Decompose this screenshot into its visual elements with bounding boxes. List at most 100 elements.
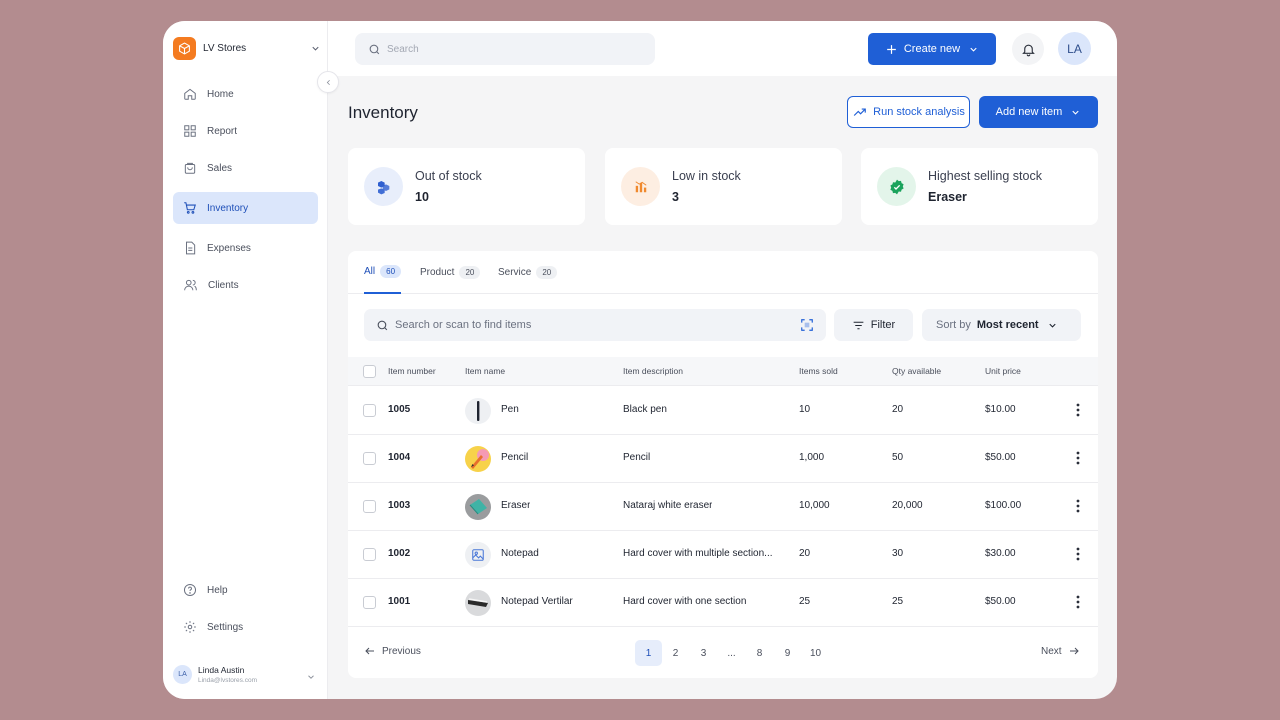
arrow-left-icon xyxy=(365,647,374,655)
trend-up-icon xyxy=(853,108,866,116)
tab-all[interactable]: All 60 xyxy=(364,251,402,294)
page-3[interactable]: 3 xyxy=(690,640,717,666)
sidebar-item-label: Home xyxy=(207,88,234,100)
qty-available: 20,000 xyxy=(892,500,923,511)
table-header: Item number Item name Item description I… xyxy=(348,357,1098,386)
more-options-icon[interactable] xyxy=(1076,547,1080,561)
item-description: Black pen xyxy=(623,404,667,415)
app-window: LV Stores Home Report Sales Inventory Ex… xyxy=(163,21,1117,699)
stat-value: 10 xyxy=(415,190,429,204)
sort-value: Most recent xyxy=(976,319,1039,331)
add-new-item-label: Add new item xyxy=(995,106,1063,118)
user-email: Linda@lvstores.com xyxy=(198,676,257,684)
tab-bar: All 60 Product 20 Service 20 xyxy=(348,251,1098,294)
chevron-down-icon xyxy=(306,669,316,687)
tab-count-badge: 60 xyxy=(380,265,402,278)
item-number: 1004 xyxy=(388,452,411,463)
table-row[interactable]: 1001 Notepad Vertilar Hard cover with on… xyxy=(348,579,1098,627)
item-number: 1001 xyxy=(388,596,411,607)
avatar: LA xyxy=(173,664,192,684)
avatar[interactable]: LA xyxy=(1058,32,1091,65)
stat-label: Out of stock xyxy=(415,169,482,183)
previous-label: Previous xyxy=(382,645,421,657)
global-search[interactable] xyxy=(355,33,655,65)
more-options-icon[interactable] xyxy=(1076,451,1080,465)
create-new-button[interactable]: Create new xyxy=(868,33,996,65)
tab-label: Service xyxy=(498,267,532,278)
row-checkbox[interactable] xyxy=(363,548,376,561)
unit-price: $30.00 xyxy=(985,548,1016,559)
row-checkbox[interactable] xyxy=(363,500,376,513)
sort-dropdown[interactable]: Sort by Most recent xyxy=(922,309,1081,341)
sidebar-item-inventory[interactable]: Inventory xyxy=(173,192,318,224)
column-header: Items sold xyxy=(799,366,838,376)
row-checkbox[interactable] xyxy=(363,452,376,465)
search-input[interactable] xyxy=(387,43,637,55)
scan-icon[interactable] xyxy=(800,318,814,337)
page-1[interactable]: 1 xyxy=(635,640,662,666)
tab-product[interactable]: Product 20 xyxy=(420,251,481,294)
items-sold: 20 xyxy=(799,548,811,559)
row-checkbox[interactable] xyxy=(363,596,376,609)
sidebar-item-report[interactable]: Report xyxy=(173,115,318,147)
stat-card-out-of-stock: Out of stock 10 xyxy=(348,148,585,225)
sidebar-item-expenses[interactable]: Expenses xyxy=(173,232,318,264)
row-checkbox[interactable] xyxy=(363,404,376,417)
item-search-input[interactable] xyxy=(395,319,775,331)
document-icon xyxy=(186,241,196,255)
cart-icon xyxy=(184,202,196,214)
item-description: Nataraj white eraser xyxy=(623,500,713,511)
sidebar-item-clients[interactable]: Clients xyxy=(173,269,318,301)
table-row[interactable]: 1003 Eraser Nataraj white eraser 10,000 … xyxy=(348,483,1098,531)
page-9[interactable]: 9 xyxy=(774,640,801,666)
filter-label: Filter xyxy=(870,319,896,331)
chevron-left-icon xyxy=(326,79,330,85)
sidebar-item-help[interactable]: Help xyxy=(173,574,318,606)
pencil-thumbnail xyxy=(465,446,491,472)
eraser-thumbnail xyxy=(465,494,491,520)
sidebar-item-settings[interactable]: Settings xyxy=(173,611,318,643)
select-all-checkbox[interactable] xyxy=(363,365,376,378)
store-switcher[interactable]: LV Stores xyxy=(173,36,323,61)
table-row[interactable]: 1002 Notepad Hard cover with multiple se… xyxy=(348,531,1098,579)
page-ellipsis: ... xyxy=(727,647,736,659)
table-row[interactable]: 1005 Pen Black pen 10 20 $10.00 xyxy=(348,387,1098,435)
users-icon xyxy=(184,279,197,291)
filter-button[interactable]: Filter xyxy=(834,309,913,341)
tab-service[interactable]: Service 20 xyxy=(498,251,558,294)
pen-thumbnail xyxy=(465,398,491,424)
qty-available: 25 xyxy=(892,596,904,607)
table-row[interactable]: 1004 Pencil Pencil 1,000 50 $50.00 xyxy=(348,435,1098,483)
top-bar: Create new LA xyxy=(328,21,1117,76)
add-new-item-button[interactable]: Add new item xyxy=(979,96,1098,128)
sidebar: LV Stores Home Report Sales Inventory Ex… xyxy=(163,21,328,699)
next-page-button[interactable]: Next xyxy=(1041,645,1080,657)
user-menu[interactable]: LA Linda Austin Linda@lvstores.com xyxy=(173,661,318,687)
inventory-table-card: All 60 Product 20 Service 20 Filter So xyxy=(348,251,1098,678)
collapse-sidebar-button[interactable] xyxy=(317,71,339,93)
more-options-icon[interactable] xyxy=(1076,595,1080,609)
items-sold: 10 xyxy=(799,404,811,415)
item-name: Notepad Vertilar xyxy=(501,596,573,607)
item-name: Pencil xyxy=(501,452,529,463)
help-icon xyxy=(183,583,197,597)
previous-page-button[interactable]: Previous xyxy=(364,645,421,657)
qty-available: 50 xyxy=(892,452,904,463)
page-title: Inventory xyxy=(348,103,418,122)
page-10[interactable]: 10 xyxy=(802,640,829,666)
page-2[interactable]: 2 xyxy=(662,640,689,666)
column-header: Item number xyxy=(388,366,436,376)
notifications-button[interactable] xyxy=(1012,33,1044,65)
items-sold: 1,000 xyxy=(799,452,825,463)
run-stock-analysis-button[interactable]: Run stock analysis xyxy=(847,96,970,128)
more-options-icon[interactable] xyxy=(1076,403,1080,417)
sidebar-item-home[interactable]: Home xyxy=(173,78,318,110)
more-options-icon[interactable] xyxy=(1076,499,1080,513)
item-search[interactable] xyxy=(364,309,826,341)
unit-price: $100.00 xyxy=(985,500,1022,511)
sidebar-item-label: Settings xyxy=(207,621,244,633)
page-8[interactable]: 8 xyxy=(746,640,773,666)
create-new-label: Create new xyxy=(903,43,961,55)
sidebar-item-sales[interactable]: Sales xyxy=(173,152,318,184)
stat-label: Low in stock xyxy=(672,169,741,183)
